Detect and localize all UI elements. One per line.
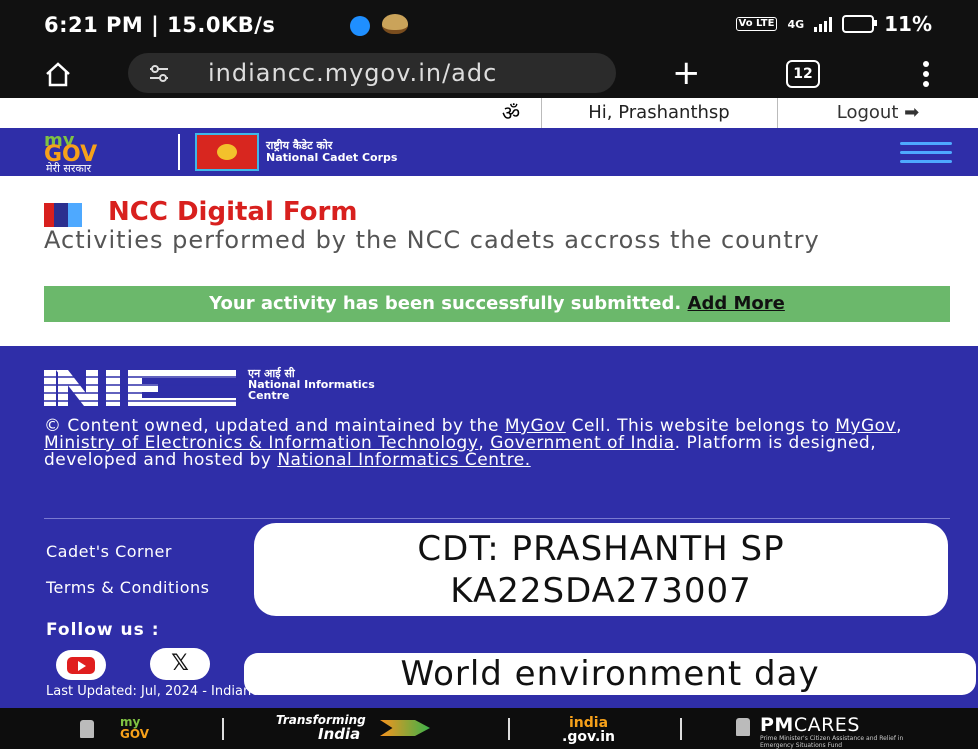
signal-icon [814, 16, 833, 32]
success-alert: Your activity has been successfully subm… [44, 286, 950, 322]
indiagov-bottom: .gov.in [562, 729, 616, 745]
page-subtitle: Activities performed by the NCC cadets a… [44, 226, 820, 254]
transforming-india-label[interactable]: India [318, 725, 360, 743]
page-title: NCC Digital Form [108, 197, 358, 227]
user-bar: ॐ Hi, Prashanthsp Logout ➡ [0, 98, 978, 128]
form-title-icon [44, 203, 82, 227]
nic-logo [44, 370, 244, 406]
partner-logos-strip: my GOV Transforming India india .gov.in PM… [0, 708, 978, 749]
transforming-india-arrow-icon [380, 720, 430, 736]
plus-icon[interactable]: + [672, 56, 701, 90]
nic-link[interactable]: National Informatics Centre. [277, 450, 530, 470]
app-notification-icon [382, 14, 408, 34]
url-text[interactable]: indiancc.mygov.in/adc [208, 59, 497, 87]
event-overlay-label: World environment day [244, 653, 976, 695]
mygov-logo-hindi: मेरी सरकार [46, 162, 92, 175]
pmcares-logo[interactable]: PMCARES [760, 714, 860, 736]
follow-us-label: Follow us : [46, 620, 160, 640]
strip-separator [680, 718, 682, 740]
tune-icon[interactable] [148, 62, 170, 84]
accessibility-icon[interactable]: ॐ [481, 98, 542, 128]
address-bar[interactable]: indiancc.mygov.in/adc [128, 53, 616, 93]
status-bar: 6:21 PM | 15.0KB/s Vo LTE 4G 11% [0, 0, 978, 50]
logout-label: Logout [836, 102, 899, 123]
nic-name-english: National Informatics Centre [248, 378, 375, 402]
pmcares-emblem-icon [736, 718, 750, 736]
home-icon[interactable] [44, 60, 72, 88]
content-ownership-note: © Content owned, updated and maintained … [44, 418, 950, 469]
battery-icon [842, 15, 878, 33]
hamburger-icon[interactable] [900, 142, 952, 164]
call-icon [350, 16, 370, 36]
note-text: , [896, 416, 903, 436]
footer-divider [44, 518, 950, 519]
national-emblem-icon [80, 720, 94, 738]
header-divider [178, 134, 180, 170]
strip-separator [222, 718, 224, 740]
tab-switcher-button[interactable]: 12 [786, 60, 820, 88]
pmcares-cares: CARES [793, 714, 860, 736]
strip-separator [508, 718, 510, 740]
battery-level: 11% [884, 12, 932, 36]
cadet-overlay-label: CDT: PRASHANTH SP KA22SDA273007 [254, 523, 948, 616]
pmcares-subtitle: Prime Minister's Citizen Assistance and … [760, 735, 904, 749]
cadet-id: KA22SDA273007 [450, 571, 752, 611]
cadet-name: CDT: PRASHANTH SP [417, 529, 785, 569]
success-message: Your activity has been successfully subm… [209, 293, 682, 314]
browser-toolbar: indiancc.mygov.in/adc + 12 [0, 50, 978, 98]
mygov-small-logo[interactable]: my GOV [120, 716, 149, 740]
x-icon[interactable]: 𝕏 [150, 648, 210, 680]
user-greeting[interactable]: Hi, Prashanthsp [541, 98, 778, 128]
mygov-small-mid: GOV [120, 727, 150, 741]
terms-link[interactable]: Terms & Conditions [46, 578, 209, 597]
indiagov-logo[interactable]: india .gov.in [562, 716, 615, 744]
network-type: 4G [787, 17, 805, 31]
site-header: my GOV मेरी सरकार राष्ट्रीय कैडेट कोर Na… [0, 128, 978, 176]
cadets-corner-link[interactable]: Cadet's Corner [46, 542, 172, 561]
youtube-icon[interactable] [56, 650, 106, 680]
logout-button[interactable]: Logout ➡ [778, 98, 978, 128]
add-more-link[interactable]: Add More [688, 293, 785, 314]
more-vert-icon[interactable] [921, 59, 931, 89]
pmcares-pm: PM [760, 714, 794, 736]
mygov-logo[interactable]: my GOV मेरी सरकार [44, 130, 162, 175]
ncc-emblem-icon [195, 133, 259, 171]
status-time: 6:21 PM | 15.0KB/s [44, 13, 276, 37]
logout-icon: ➡ [904, 102, 920, 123]
volte-icon: Vo LTE [735, 17, 778, 31]
status-right: Vo LTE 4G 11% [735, 12, 932, 36]
ncc-name-english: National Cadet Corps [266, 151, 398, 164]
